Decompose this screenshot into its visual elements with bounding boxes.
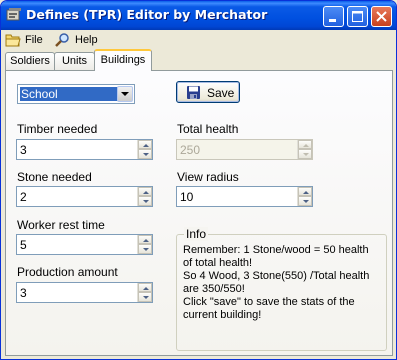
view-radius-down-button[interactable] <box>298 196 312 206</box>
arrow-up-icon <box>303 191 309 194</box>
total-health-value: 250 <box>180 143 201 157</box>
stone-stepper[interactable]: 2 <box>16 186 153 207</box>
production-up-button[interactable] <box>138 283 152 292</box>
production-value: 3 <box>20 286 27 300</box>
stone-up-button[interactable] <box>138 187 152 196</box>
app-icon <box>6 8 21 21</box>
view-radius-label: View radius <box>177 170 239 184</box>
arrow-up-icon <box>303 144 309 147</box>
view-radius-up-button[interactable] <box>298 187 312 196</box>
stone-down-button[interactable] <box>138 196 152 206</box>
production-stepper-arrows <box>137 283 152 302</box>
info-text: Remember: 1 Stone/wood = 50 health of to… <box>183 244 383 322</box>
arrow-down-icon <box>143 200 149 203</box>
total-health-stepper: 250 <box>176 139 313 160</box>
chevron-down-icon <box>121 92 129 96</box>
worker-rest-label: Worker rest time <box>17 218 105 232</box>
total-health-up-button <box>298 140 312 149</box>
info-line: of total health! <box>183 257 253 269</box>
arrow-up-icon <box>143 191 149 194</box>
tab-soldiers[interactable]: Soldiers <box>5 52 55 70</box>
maximize-button[interactable] <box>347 6 368 27</box>
timber-stepper-arrows <box>137 140 152 159</box>
maximize-icon <box>352 11 363 22</box>
window-title: Defines (TPR) Editor by Merchator <box>26 7 268 22</box>
folder-icon <box>5 34 21 47</box>
production-label: Production amount <box>17 265 118 279</box>
arrow-up-icon <box>143 287 149 290</box>
arrow-up-icon <box>143 239 149 242</box>
worker-rest-value: 5 <box>20 238 27 252</box>
close-icon <box>376 11 387 22</box>
info-line: Remember: 1 Stone/wood = 50 health <box>183 244 369 256</box>
building-select[interactable]: School <box>17 84 135 104</box>
arrow-down-icon <box>143 248 149 251</box>
worker-rest-down-button[interactable] <box>138 244 152 254</box>
timber-value: 3 <box>20 143 27 157</box>
timber-down-button[interactable] <box>138 149 152 159</box>
minimize-icon <box>329 19 336 22</box>
view-radius-value: 10 <box>180 190 194 204</box>
app-window: Defines (TPR) Editor by Merchator File H… <box>0 0 397 360</box>
total-health-down-button <box>298 149 312 159</box>
arrow-up-icon <box>143 144 149 147</box>
timber-stepper[interactable]: 3 <box>16 139 153 160</box>
info-groupbox: Info Remember: 1 Stone/wood = 50 health … <box>176 227 387 351</box>
tab-buildings[interactable]: Buildings <box>94 49 152 71</box>
info-line: current building! <box>183 309 262 321</box>
building-select-value: School <box>20 87 118 101</box>
arrow-down-icon <box>303 200 309 203</box>
floppy-disk-icon <box>187 86 200 99</box>
info-line: Click "save" to save the stats of the <box>183 296 355 308</box>
arrow-down-icon <box>143 296 149 299</box>
menu-help[interactable]: Help <box>55 32 98 48</box>
total-health-label: Total health <box>177 122 239 136</box>
production-stepper[interactable]: 3 <box>16 282 153 303</box>
timber-label: Timber needed <box>17 122 98 136</box>
stone-stepper-arrows <box>137 187 152 206</box>
tab-strip: Soldiers Units Buildings <box>1 49 396 71</box>
dropdown-arrow-button[interactable] <box>117 86 133 102</box>
minimize-button[interactable] <box>323 6 344 27</box>
tab-units[interactable]: Units <box>54 52 95 70</box>
menu-file[interactable]: File <box>5 32 43 48</box>
stone-label: Stone needed <box>17 170 92 184</box>
worker-rest-up-button[interactable] <box>138 235 152 244</box>
arrow-down-icon <box>143 153 149 156</box>
menu-bar: File Help <box>1 30 396 49</box>
production-down-button[interactable] <box>138 292 152 302</box>
menu-help-label: Help <box>75 34 98 46</box>
stone-value: 2 <box>20 190 27 204</box>
close-button[interactable] <box>371 6 392 27</box>
arrow-down-icon <box>303 153 309 156</box>
info-line: So 4 Wood, 3 Stone(550) /Total health <box>183 270 370 282</box>
timber-up-button[interactable] <box>138 140 152 149</box>
worker-rest-stepper-arrows <box>137 235 152 254</box>
save-button-label: Save <box>207 86 235 100</box>
title-bar[interactable]: Defines (TPR) Editor by Merchator <box>1 1 396 30</box>
info-line: are 350/550! <box>183 283 245 295</box>
worker-rest-stepper[interactable]: 5 <box>16 234 153 255</box>
info-title: Info <box>184 227 209 241</box>
total-health-stepper-arrows <box>297 140 312 159</box>
view-radius-stepper[interactable]: 10 <box>176 186 313 207</box>
view-radius-stepper-arrows <box>297 187 312 206</box>
menu-file-label: File <box>25 34 43 46</box>
magnifier-icon <box>55 33 69 47</box>
save-button[interactable]: Save <box>176 81 240 103</box>
